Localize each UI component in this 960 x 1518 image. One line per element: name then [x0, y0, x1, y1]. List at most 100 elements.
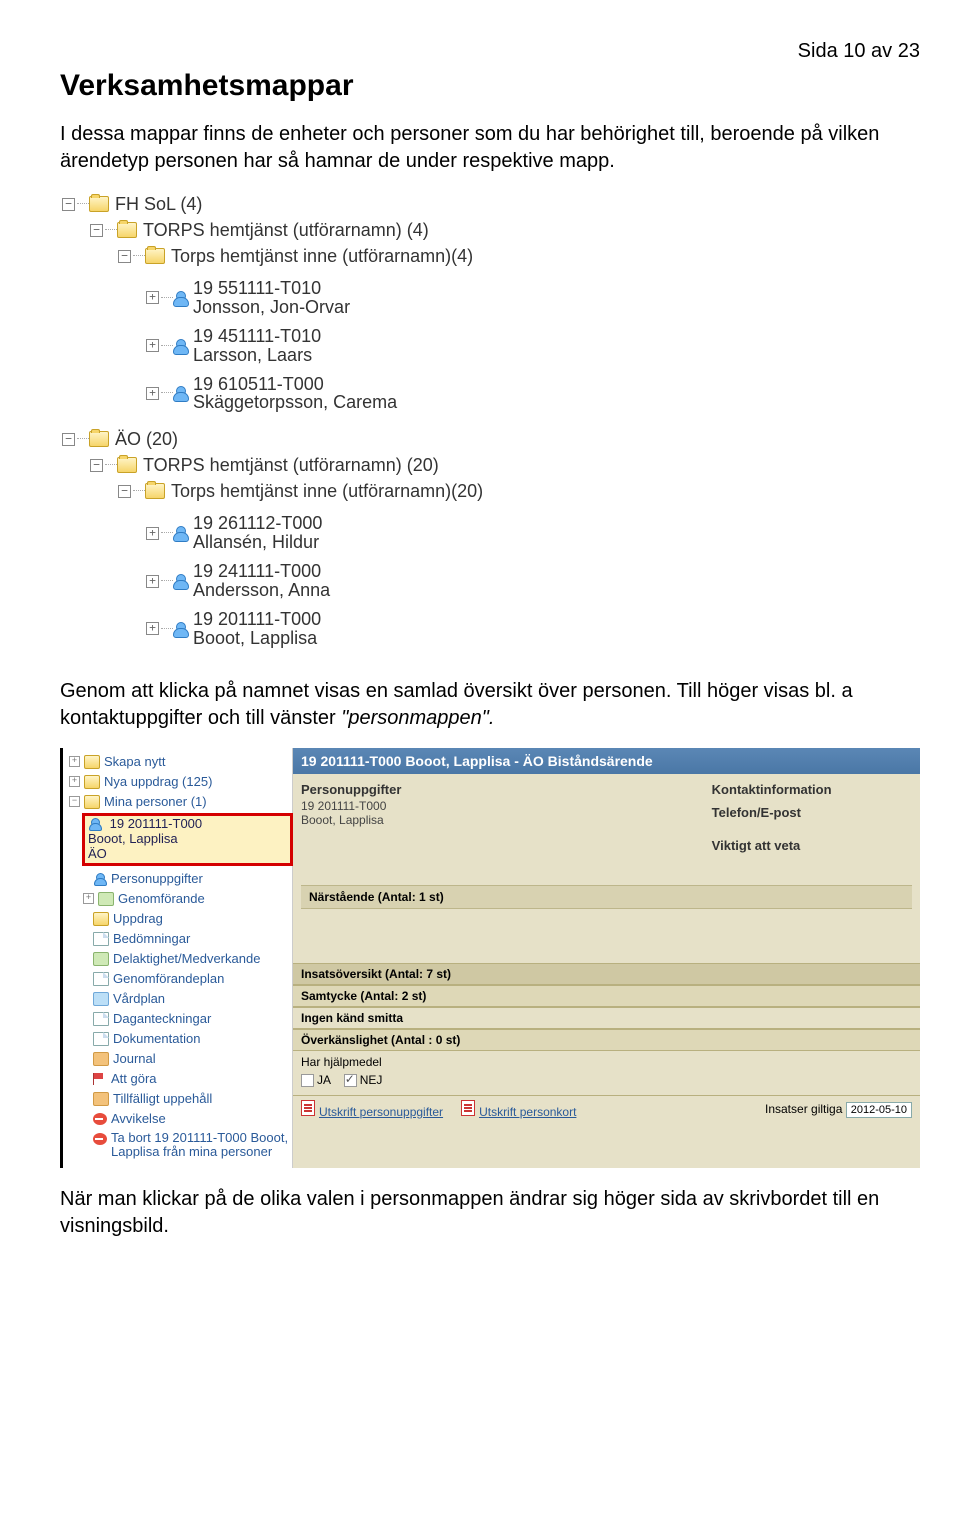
- page-title: Verksamhetsmappar: [60, 69, 920, 103]
- folder-icon: [145, 483, 165, 499]
- section-overkanslighet[interactable]: Överkänslighet (Antal : 0 st): [293, 1029, 920, 1051]
- tree-folder-torps-inne-20[interactable]: − Torps hemtjänst inne (utförarnamn)(20): [60, 478, 920, 504]
- document-icon: [93, 932, 109, 946]
- expand-icon[interactable]: +: [146, 622, 159, 635]
- pdf-icon: [301, 1100, 315, 1116]
- sidebar-item-dokumentation[interactable]: Dokumentation: [69, 1029, 292, 1049]
- person-icon: [173, 339, 187, 353]
- section-narstaende[interactable]: Närstående (Antal: 1 st): [301, 885, 912, 909]
- person-folder-sidebar: +Skapa nytt +Nya uppdrag (125) −Mina per…: [63, 748, 293, 1169]
- tree-person[interactable]: + 19 241111-T000 Andersson, Anna: [60, 562, 920, 600]
- tree-person[interactable]: + 19 610511-T000 Skäggetorpsson, Carema: [60, 375, 920, 413]
- detail-title: 19 201111-T000 Booot, Lapplisa - ÄO Bist…: [293, 748, 920, 774]
- label-ja: JA: [317, 1073, 330, 1087]
- date-input[interactable]: 2012-05-10: [846, 1102, 912, 1118]
- folder-icon: [89, 431, 109, 447]
- person-id: 19 610511-T000: [193, 374, 324, 394]
- remove-icon: [93, 1133, 107, 1145]
- person-name: Allansén, Hildur: [193, 532, 319, 552]
- tree-person[interactable]: + 19 261112-T000 Allansén, Hildur: [60, 514, 920, 552]
- mid-paragraph: Genom att klicka på namnet visas en saml…: [60, 678, 920, 732]
- collapse-icon[interactable]: −: [118, 485, 131, 498]
- tree-label: TORPS hemtjänst (utförarnamn) (4): [143, 220, 429, 241]
- pdf-icon: [461, 1100, 475, 1116]
- checkbox-ja[interactable]: [301, 1074, 314, 1087]
- label-nej: NEJ: [360, 1073, 383, 1087]
- folder-icon: [89, 196, 109, 212]
- tree-person[interactable]: + 19 451111-T010 Larsson, Laars: [60, 327, 920, 365]
- sidebar-item-remove-person[interactable]: Ta bort 19 201111-T000 Booot, Lapplisa f…: [69, 1131, 292, 1161]
- sidebar-item-avvikelse[interactable]: Avvikelse: [69, 1109, 292, 1129]
- tree-folder-torps-ut-20[interactable]: − TORPS hemtjänst (utförarnamn) (20): [60, 452, 920, 478]
- section-samtycke[interactable]: Samtycke (Antal: 2 st): [293, 985, 920, 1007]
- person-icon: [173, 622, 187, 636]
- checkbox-nej[interactable]: [344, 1074, 357, 1087]
- sidebar-item-vardplan[interactable]: Vårdplan: [69, 989, 292, 1009]
- folder-icon: [84, 795, 100, 809]
- sidebar-item-uppdrag[interactable]: Uppdrag: [69, 909, 292, 929]
- collapse-icon[interactable]: −: [90, 224, 103, 237]
- expand-icon[interactable]: +: [146, 291, 159, 304]
- folder-icon: [145, 248, 165, 264]
- collapse-icon[interactable]: −: [90, 459, 103, 472]
- flag-icon: [93, 1073, 107, 1085]
- person-name: Skäggetorpsson, Carema: [193, 392, 397, 412]
- sidebar-item-delaktighet[interactable]: Delaktighet/Medverkande: [69, 949, 292, 969]
- expand-icon[interactable]: +: [146, 527, 159, 540]
- folder-icon: [117, 457, 137, 473]
- person-id: 19 241111-T000: [193, 561, 321, 581]
- sidebar-item-tillfalligt-uppehall[interactable]: Tillfälligt uppehåll: [69, 1089, 292, 1109]
- overview-panel: +Skapa nytt +Nya uppdrag (125) −Mina per…: [60, 748, 920, 1169]
- pause-icon: [93, 1092, 109, 1106]
- sidebar-item-bedomningar[interactable]: Bedömningar: [69, 929, 292, 949]
- expand-icon[interactable]: +: [146, 575, 159, 588]
- tree-folder-torps-inne-4[interactable]: − Torps hemtjänst inne (utförarnamn)(4): [60, 243, 920, 269]
- person-name: Andersson, Anna: [193, 580, 330, 600]
- folder-icon: [117, 222, 137, 238]
- error-icon: [93, 1113, 107, 1125]
- expand-icon[interactable]: +: [146, 387, 159, 400]
- section-insatsoversikt[interactable]: Insatsöversikt (Antal: 7 st): [293, 963, 920, 985]
- tree-folder-ao-20[interactable]: − ÄO (20): [60, 426, 920, 452]
- tree-label: TORPS hemtjänst (utförarnamn) (20): [143, 455, 439, 476]
- document-icon: [93, 1032, 109, 1046]
- expand-icon[interactable]: +: [146, 339, 159, 352]
- sidebar-item-nya-uppdrag[interactable]: +Nya uppdrag (125): [69, 772, 292, 792]
- section-personuppgifter: Personuppgifter: [301, 782, 702, 797]
- person-icon: [173, 291, 187, 305]
- label-hjalpmedel: Har hjälpmedel: [301, 1055, 912, 1069]
- sidebar-item-personuppgifter[interactable]: Personuppgifter: [69, 869, 292, 889]
- sidebar-item-skapa-nytt[interactable]: +Skapa nytt: [69, 752, 292, 772]
- link-utskrift-personkort[interactable]: Utskrift personkort: [461, 1100, 576, 1119]
- tree-person[interactable]: + 19 201111-T000 Booot, Lapplisa: [60, 610, 920, 648]
- person-icon: [93, 873, 107, 885]
- section-viktigt-att-veta: Viktigt att veta: [712, 838, 912, 853]
- sidebar-item-mina-personer[interactable]: −Mina personer (1): [69, 792, 292, 812]
- bottom-paragraph: När man klickar på de olika valen i pers…: [60, 1186, 920, 1240]
- intro-paragraph: I dessa mappar finns de enheter och pers…: [60, 121, 920, 175]
- link-utskrift-personuppgifter[interactable]: Utskrift personuppgifter: [301, 1100, 443, 1119]
- gear-icon: [98, 892, 114, 906]
- collapse-icon[interactable]: −: [62, 433, 75, 446]
- sidebar-item-daganteckningar[interactable]: Daganteckningar: [69, 1009, 292, 1029]
- sidebar-item-genomforandeplan[interactable]: Genomförandeplan: [69, 969, 292, 989]
- tree-label: ÄO (20): [115, 429, 178, 450]
- sidebar-item-att-gora[interactable]: Att göra: [69, 1069, 292, 1089]
- tree-folder-torps-ut-4[interactable]: − TORPS hemtjänst (utförarnamn) (4): [60, 217, 920, 243]
- collapse-icon[interactable]: −: [62, 198, 75, 211]
- sidebar-item-journal[interactable]: Journal: [69, 1049, 292, 1069]
- section-kontaktinformation: Kontaktinformation: [712, 782, 912, 797]
- collapse-icon[interactable]: −: [118, 250, 131, 263]
- sidebar-item-genomforande[interactable]: +Genomförande: [69, 889, 292, 909]
- selected-person[interactable]: 19 201111-T000 Booot, Lapplisa ÄO: [83, 814, 292, 865]
- person-detail-panel: 19 201111-T000 Booot, Lapplisa - ÄO Bist…: [293, 748, 920, 1169]
- person-id: 19 551111-T010: [193, 278, 321, 298]
- participation-icon: [93, 952, 109, 966]
- tree-person[interactable]: + 19 551111-T010 Jonsson, Jon-Orvar: [60, 279, 920, 317]
- tree-label: Torps hemtjänst inne (utförarnamn)(4): [171, 246, 473, 267]
- person-id: 19 451111-T010: [193, 326, 321, 346]
- folder-icon: [84, 755, 100, 769]
- tree-folder-fh-sol[interactable]: − FH SoL (4): [60, 191, 920, 217]
- plan-icon: [93, 992, 109, 1006]
- tree-label: FH SoL (4): [115, 194, 202, 215]
